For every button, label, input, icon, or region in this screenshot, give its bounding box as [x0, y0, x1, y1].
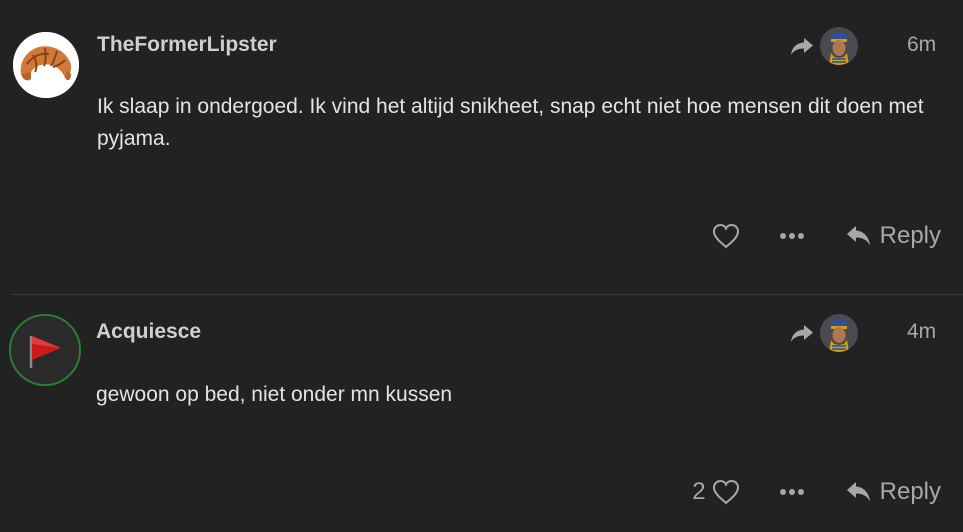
heart-icon [712, 479, 739, 505]
post-username[interactable]: Acquiesce [96, 320, 201, 344]
reply-arrow-icon [846, 482, 870, 502]
more-options-button[interactable] [776, 220, 808, 252]
more-options-button[interactable] [776, 476, 808, 508]
post-actions: 2 Reply [692, 476, 941, 508]
pharaoh-avatar-icon [820, 27, 858, 65]
post-time[interactable]: 4m [907, 320, 936, 344]
reply-button[interactable]: Reply [846, 478, 941, 506]
reply-label: Reply [879, 478, 941, 505]
topic-thread: TheFormerLipster 6m Ik slaap in ondergoe… [0, 0, 963, 532]
croissant-icon [13, 32, 79, 98]
heart-icon [712, 223, 739, 249]
like-button[interactable] [710, 476, 742, 508]
reply-to-avatar[interactable] [820, 314, 858, 352]
user-avatar[interactable] [9, 314, 81, 386]
red-flag-icon [11, 316, 79, 384]
reply-to-indicator[interactable] [790, 314, 858, 352]
post-time[interactable]: 6m [907, 33, 936, 57]
post: TheFormerLipster 6m Ik slaap in ondergoe… [0, 0, 963, 294]
share-arrow-icon [791, 38, 813, 55]
like-button[interactable] [710, 220, 742, 252]
reply-button[interactable]: Reply [846, 222, 941, 250]
share-arrow-icon [791, 325, 813, 342]
pharaoh-avatar-icon [820, 314, 858, 352]
post: Acquiesce 4m gewoon op bed, niet onder m… [9, 294, 963, 532]
user-avatar[interactable] [13, 32, 79, 98]
like-count[interactable]: 2 [692, 478, 705, 506]
reply-to-indicator[interactable] [790, 27, 858, 65]
ellipsis-icon [779, 233, 804, 239]
post-username[interactable]: TheFormerLipster [97, 33, 277, 57]
post-body: gewoon op bed, niet onder mn kussen [96, 383, 453, 406]
reply-arrow-icon [846, 226, 870, 246]
reply-label: Reply [879, 222, 941, 249]
post-actions: Reply [710, 220, 941, 252]
ellipsis-icon [779, 489, 804, 495]
reply-to-avatar[interactable] [820, 27, 858, 65]
post-body: Ik slaap in ondergoed. Ik vind het altij… [97, 95, 924, 150]
